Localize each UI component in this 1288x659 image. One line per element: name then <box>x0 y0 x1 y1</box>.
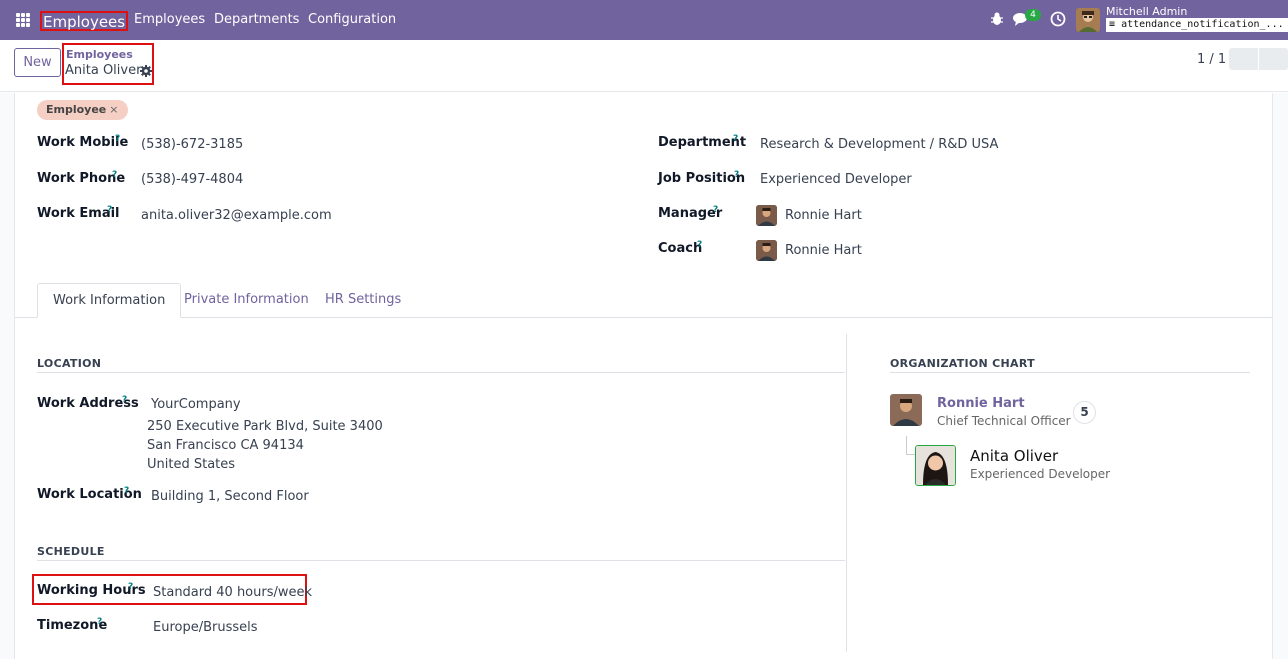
breadcrumb-parent-link[interactable]: Employees <box>66 48 133 61</box>
gear-icon[interactable] <box>140 65 152 77</box>
org-self-avatar <box>915 445 956 486</box>
job-position-label: Job Position <box>658 171 746 186</box>
database-name: attendance_notification_... <box>1121 19 1284 30</box>
job-position-field[interactable]: Experienced Developer <box>760 172 912 187</box>
breadcrumb-current: Anita Oliver <box>65 63 142 78</box>
database-label: ≡ attendance_notification_... <box>1106 18 1288 32</box>
location-section-title: LOCATION <box>37 357 102 370</box>
org-manager-avatar[interactable] <box>890 394 922 426</box>
work-mobile-field[interactable]: (538)-672-3185 <box>141 137 243 152</box>
work-email-field[interactable]: anita.oliver32@example.com <box>141 208 332 223</box>
help-icon[interactable]: ? <box>122 395 127 405</box>
address-line: San Francisco CA 94134 <box>147 438 304 453</box>
work-location-field[interactable]: Building 1, Second Floor <box>151 489 309 504</box>
pager-next-button[interactable] <box>1259 48 1288 70</box>
help-icon[interactable]: ? <box>115 134 120 144</box>
org-chart-divider <box>890 372 1250 373</box>
schedule-section-title: SCHEDULE <box>37 545 105 558</box>
breadcrumb: Employees Anita Oliver <box>62 43 154 85</box>
work-phone-field[interactable]: (538)-497-4804 <box>141 172 243 187</box>
working-hours-field[interactable]: Standard 40 hours/week <box>153 585 312 600</box>
org-chart-title: ORGANIZATION CHART <box>890 357 1035 370</box>
timezone-field[interactable]: Europe/Brussels <box>153 620 258 635</box>
help-icon[interactable]: ? <box>713 205 718 215</box>
location-divider <box>37 372 845 373</box>
org-manager-job: Chief Technical Officer <box>937 414 1071 428</box>
new-button[interactable]: New <box>14 48 61 77</box>
tab-work-information[interactable]: Work Information <box>37 283 182 318</box>
tab-hr-settings[interactable]: HR Settings <box>310 283 416 318</box>
clock-icon[interactable] <box>1050 11 1066 27</box>
menu-departments[interactable]: Departments <box>214 12 299 27</box>
help-icon[interactable]: ? <box>697 240 702 250</box>
org-manager-reports-count[interactable]: 5 <box>1073 401 1096 424</box>
help-icon[interactable]: ? <box>124 486 129 496</box>
help-icon[interactable]: ? <box>107 205 112 215</box>
manager-field[interactable]: Ronnie Hart <box>785 208 862 223</box>
pager-previous-button[interactable] <box>1229 48 1258 70</box>
help-icon[interactable]: ? <box>734 170 739 180</box>
app-brand-link[interactable]: Employees <box>40 11 129 31</box>
database-icon: ≡ <box>1109 19 1116 30</box>
schedule-divider <box>37 560 845 561</box>
employee-tag-label: Employee <box>46 103 107 116</box>
chat-count-badge: 4 <box>1025 9 1041 21</box>
help-icon[interactable]: ? <box>128 582 133 592</box>
apps-grid-icon[interactable] <box>16 13 30 27</box>
menu-configuration[interactable]: Configuration <box>308 12 396 27</box>
help-icon[interactable]: ? <box>97 617 102 627</box>
address-line: 250 Executive Park Blvd, Suite 3400 <box>147 419 383 434</box>
employee-tag[interactable]: Employee × <box>37 100 128 120</box>
coach-avatar <box>756 240 777 261</box>
control-panel: New Employees Anita Oliver 1 / 1 <box>0 40 1288 92</box>
pager-value[interactable]: 1 / 1 <box>1197 52 1226 67</box>
tag-remove-icon[interactable]: × <box>109 103 118 116</box>
manager-avatar <box>756 205 777 226</box>
department-field[interactable]: Research & Development / R&D USA <box>760 137 998 152</box>
org-connector <box>906 436 907 454</box>
top-navbar: Employees Employees Departments Configur… <box>0 0 1288 40</box>
org-manager-name[interactable]: Ronnie Hart <box>937 396 1025 411</box>
column-divider <box>846 334 847 652</box>
address-line: United States <box>147 457 236 472</box>
user-name[interactable]: Mitchell Admin <box>1106 5 1187 18</box>
work-address-field[interactable]: YourCompany <box>151 397 241 412</box>
coach-label: Coach <box>658 241 703 256</box>
bug-icon[interactable] <box>990 11 1004 27</box>
help-icon[interactable]: ? <box>733 134 738 144</box>
menu-employees[interactable]: Employees <box>134 12 205 27</box>
org-self-name: Anita Oliver <box>970 447 1059 465</box>
tab-private-information[interactable]: Private Information <box>169 283 324 318</box>
help-icon[interactable]: ? <box>112 170 117 180</box>
org-self-job: Experienced Developer <box>970 467 1111 481</box>
user-avatar[interactable] <box>1076 8 1100 32</box>
coach-field[interactable]: Ronnie Hart <box>785 243 862 258</box>
